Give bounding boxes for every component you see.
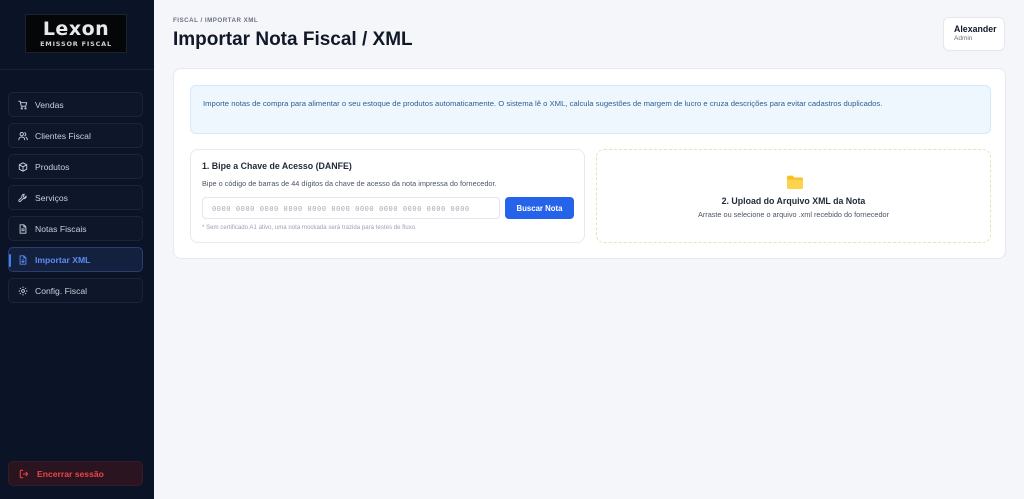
sidebar-item-label: Config. Fiscal xyxy=(35,285,88,296)
sidebar-item-produtos[interactable]: Produtos xyxy=(8,154,143,179)
sidebar-item-config-fiscal[interactable]: Config. Fiscal xyxy=(8,278,143,303)
certificate-note: * Sem certificado A1 ativo, uma nota moc… xyxy=(202,224,417,231)
sidebar-item-servicos[interactable]: Serviços xyxy=(8,185,143,210)
xml-upload-dropzone[interactable]: 2. Upload do Arquivo XML da Nota Arraste… xyxy=(596,149,991,243)
sidebar-item-label: Serviços xyxy=(35,192,68,203)
sidebar-item-label: Vendas xyxy=(35,99,64,110)
sidebar-item-label: Clientes Fiscal xyxy=(35,130,91,141)
logout-icon xyxy=(19,469,29,478)
sidebar-item-label: Importar XML xyxy=(35,254,91,265)
logout-button[interactable]: Encerrar sessão xyxy=(8,461,143,486)
sidebar: Lexon EMISSOR FISCAL Vendas Clientes Fis… xyxy=(0,0,154,499)
page-title: Importar Nota Fiscal / XML xyxy=(173,29,413,50)
sidebar-divider xyxy=(0,69,154,70)
sidebar-item-label: Notas Fiscais xyxy=(35,223,87,234)
info-banner: Importe notas de compra para alimentar o… xyxy=(190,85,991,134)
folder-icon xyxy=(787,175,803,189)
document-icon xyxy=(19,223,27,234)
sidebar-item-label: Produtos xyxy=(35,161,70,172)
file-import-icon xyxy=(19,254,27,265)
access-key-input[interactable] xyxy=(202,197,500,219)
barcode-panel-description: Bipe o código de barras de 44 dígitos da… xyxy=(202,179,497,188)
gear-icon xyxy=(18,286,28,295)
sidebar-item-notas-fiscais[interactable]: Notas Fiscais xyxy=(8,216,143,241)
logout-label: Encerrar sessão xyxy=(37,468,104,479)
box-icon xyxy=(18,161,28,172)
wrench-icon xyxy=(18,193,27,202)
import-card: Importe notas de compra para alimentar o… xyxy=(173,68,1006,259)
user-menu[interactable]: Alexander Admin xyxy=(943,17,1005,51)
barcode-panel: 1. Bipe a Chave de Acesso (DANFE) Bipe o… xyxy=(190,149,585,243)
user-role: Admin xyxy=(954,35,973,42)
cart-icon xyxy=(18,100,28,109)
sidebar-item-clientes-fiscal[interactable]: Clientes Fiscal xyxy=(8,123,143,148)
barcode-panel-title: 1. Bipe a Chave de Acesso (DANFE) xyxy=(202,161,352,171)
brand-logo: Lexon EMISSOR FISCAL xyxy=(25,14,127,53)
users-icon xyxy=(18,131,28,140)
sidebar-item-vendas[interactable]: Vendas xyxy=(8,92,143,117)
brand-name: Lexon xyxy=(42,17,110,40)
upload-subtitle: Arraste ou selecione o arquivo .xml rece… xyxy=(697,210,890,219)
breadcrumb: FISCAL / IMPORTAR XML xyxy=(173,17,259,24)
search-invoice-button[interactable]: Buscar Nota xyxy=(505,197,574,219)
brand-subtitle: EMISSOR FISCAL xyxy=(40,39,112,48)
user-name: Alexander xyxy=(954,24,997,34)
upload-title: 2. Upload do Arquivo XML da Nota xyxy=(721,196,866,206)
sidebar-item-importar-xml[interactable]: Importar XML xyxy=(8,247,143,272)
